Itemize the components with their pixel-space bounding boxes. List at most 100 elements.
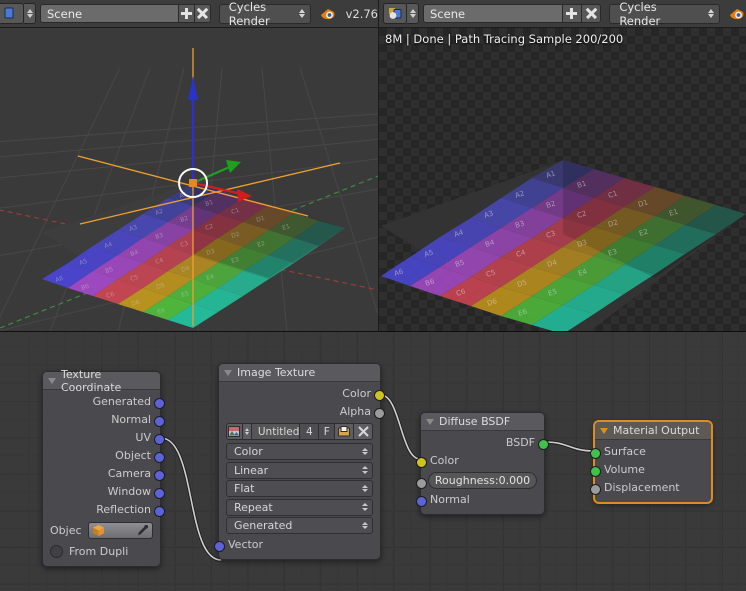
input-socket-color[interactable]: [416, 457, 427, 468]
collapse-triangle-icon[interactable]: [224, 369, 232, 376]
input-socket-surface[interactable]: [590, 448, 601, 459]
color-space-dropdown[interactable]: Color: [226, 443, 373, 460]
close-icon: [197, 8, 208, 19]
output-socket-color[interactable]: [374, 390, 385, 401]
socket-row-color-out: Color: [219, 385, 385, 403]
blender-version-label: v2.76: [345, 6, 378, 21]
socket-row-color-in: Color: [416, 452, 544, 470]
new-scene-button[interactable]: [179, 4, 196, 23]
node-header-material-output[interactable]: Material Output: [595, 422, 711, 440]
socket-label: Vector: [228, 537, 264, 551]
editor-type-spinner[interactable]: [24, 3, 36, 24]
node-header-texture-coordinate[interactable]: Texture Coordinate: [43, 368, 160, 394]
projection-dropdown[interactable]: Flat: [226, 480, 373, 497]
image-unlink-button[interactable]: [354, 423, 373, 440]
socket-row-reflection: Reflection: [43, 501, 165, 519]
image-browse-spinner[interactable]: [242, 423, 252, 440]
editor-type-uv-image-icon[interactable]: [383, 3, 407, 24]
roughness-slider[interactable]: Roughness:0.000: [428, 472, 537, 489]
render-engine-dropdown[interactable]: Cycles Render: [218, 0, 311, 28]
chevron-updown-icon: [362, 484, 368, 493]
node-title: Diffuse BSDF: [439, 415, 511, 428]
object-field[interactable]: [87, 522, 153, 539]
image-name-field[interactable]: Untitled: [251, 423, 301, 440]
image-fake-user-button[interactable]: F: [319, 423, 336, 440]
image-users-count[interactable]: 4: [300, 423, 320, 440]
new-scene-button-right[interactable]: [562, 4, 582, 23]
collapse-triangle-icon[interactable]: [48, 377, 56, 384]
extension-dropdown[interactable]: Repeat: [226, 498, 373, 516]
socket-label: Object: [115, 449, 151, 462]
image-datablock-row: Untitled 4 F: [226, 423, 373, 440]
chevron-updown-icon: [362, 521, 368, 530]
socket-row-bsdf-out: BSDF: [421, 434, 549, 452]
collapse-triangle-icon[interactable]: [426, 418, 434, 425]
socket-row-displacement: Displacement: [590, 479, 711, 497]
delete-scene-button-right[interactable]: [581, 4, 602, 23]
output-socket-window[interactable]: [154, 488, 165, 499]
socket-label: Alpha: [339, 405, 371, 418]
output-socket-object[interactable]: [154, 452, 165, 463]
socket-label: Volume: [604, 463, 645, 476]
from-dupli-label: From Dupli: [69, 544, 129, 558]
socket-row-camera: Camera: [43, 465, 165, 483]
socket-label: Normal: [430, 493, 470, 506]
output-socket-generated[interactable]: [154, 398, 165, 409]
shader-node-editor[interactable]: Texture Coordinate Generated Normal UV O…: [0, 331, 746, 591]
interpolation-label: Linear: [234, 463, 269, 477]
socket-label: Window: [107, 485, 151, 498]
input-socket-displacement[interactable]: [590, 484, 601, 495]
output-socket-normal[interactable]: [154, 416, 165, 427]
header-right: Scene Cycles Render: [378, 0, 746, 28]
node-image-texture[interactable]: Image Texture Color Alpha Untitled 4 F C…: [214, 363, 385, 560]
source-label: Generated: [234, 519, 293, 532]
image-icon[interactable]: [226, 423, 243, 440]
chevron-updown-icon: [708, 8, 714, 19]
interpolation-dropdown[interactable]: Linear: [226, 461, 373, 479]
source-dropdown[interactable]: Generated: [226, 517, 373, 534]
chevron-updown-icon: [298, 8, 305, 19]
scene-name-field[interactable]: Scene: [40, 4, 180, 23]
node-texture-coordinate[interactable]: Texture Coordinate Generated Normal UV O…: [42, 368, 165, 567]
render-result-viewport[interactable]: 8M | Done | Path Tracing Sample 200/200: [378, 28, 746, 331]
socket-row-vector-in: Vector: [214, 536, 380, 554]
object-cube-icon: [92, 524, 104, 537]
from-dupli-row[interactable]: From Dupli: [50, 542, 153, 560]
blender-logo-icon: [319, 5, 337, 23]
render-engine-dropdown-right[interactable]: Cycles Render: [609, 0, 720, 28]
collapse-triangle-icon[interactable]: [600, 427, 608, 434]
socket-row-alpha-out: Alpha: [219, 403, 385, 421]
socket-label: Normal: [111, 413, 151, 426]
output-socket-uv[interactable]: [154, 434, 165, 445]
socket-row-normal: Normal: [43, 411, 165, 429]
editor-type-3d-view-icon[interactable]: [0, 3, 24, 24]
node-title: Image Texture: [237, 366, 316, 379]
color-space-label: Color: [234, 445, 263, 458]
header-left: Scene Cycles Render v2.76: [0, 0, 378, 28]
socket-label: Surface: [604, 445, 646, 458]
output-socket-alpha[interactable]: [374, 408, 385, 419]
eyedropper-icon[interactable]: [136, 524, 149, 537]
object-label: Objec: [50, 524, 82, 537]
node-material-output[interactable]: Material Output Surface Volume Displacem…: [590, 421, 712, 503]
delete-scene-button[interactable]: [195, 4, 211, 23]
node-diffuse-bsdf[interactable]: Diffuse BSDF BSDF Color Roughness:0.000 …: [416, 412, 549, 515]
blender-logo-icon-right: [728, 5, 746, 23]
render-status-text: 8M | Done | Path Tracing Sample 200/200: [385, 32, 624, 46]
scene-name-field-right[interactable]: Scene: [423, 4, 563, 23]
input-socket-volume[interactable]: [590, 466, 601, 477]
socket-label: Color: [430, 454, 459, 467]
plus-icon: [566, 8, 578, 19]
editor-type-spinner-right[interactable]: [407, 3, 419, 24]
output-socket-camera[interactable]: [154, 470, 165, 481]
image-pack-button[interactable]: [335, 423, 355, 440]
node-header-diffuse-bsdf[interactable]: Diffuse BSDF: [421, 413, 544, 431]
input-socket-normal[interactable]: [416, 496, 427, 507]
from-dupli-checkbox[interactable]: [50, 544, 63, 558]
output-socket-reflection[interactable]: [154, 506, 165, 517]
node-header-image-texture[interactable]: Image Texture: [219, 364, 380, 382]
input-socket-vector[interactable]: [214, 540, 225, 552]
output-socket-bsdf[interactable]: [538, 439, 549, 450]
input-socket-roughness[interactable]: [416, 478, 427, 489]
3d-viewport[interactable]: A1 B1 C1 D1 E1 A2 B2 C2 D2 E2 A3 B3 C3 D…: [0, 28, 378, 331]
